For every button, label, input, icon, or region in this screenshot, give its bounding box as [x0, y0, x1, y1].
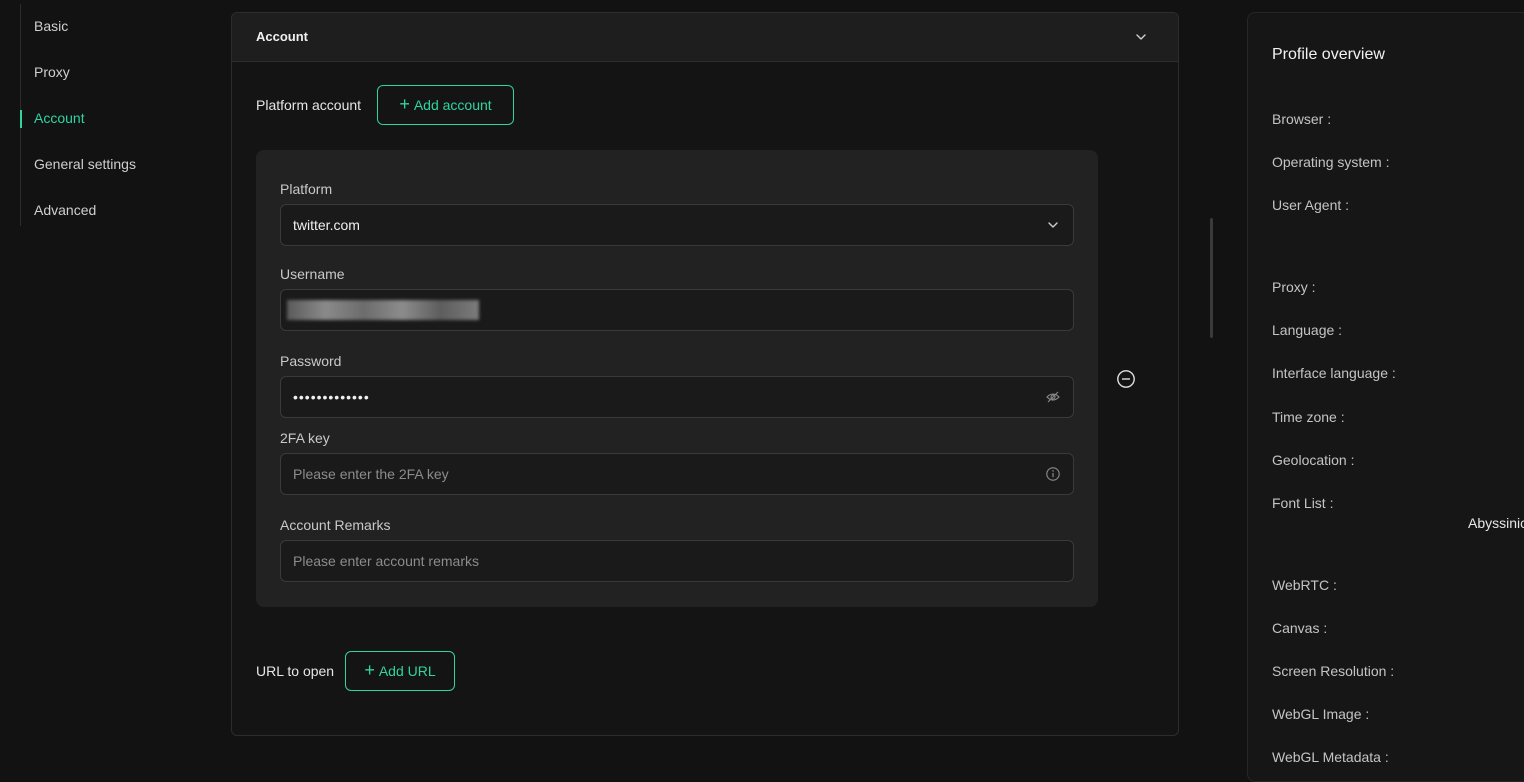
overview-webgl-image-label: WebGL Image : [1272, 706, 1370, 722]
nav-item-general-settings[interactable]: General settings [34, 154, 136, 174]
platform-select[interactable]: twitter.com [280, 204, 1074, 246]
remarks-placeholder: Please enter account remarks [293, 553, 479, 569]
password-value: ••••••••••••• [293, 389, 370, 405]
plus-icon: + [364, 660, 375, 680]
nav-item-proxy[interactable]: Proxy [34, 62, 70, 82]
nav-active-indicator [20, 110, 22, 128]
chevron-down-icon [1048, 222, 1058, 228]
chevron-down-icon[interactable] [1134, 30, 1148, 44]
overview-browser-label: Browser : [1272, 111, 1332, 127]
nav-item-account[interactable]: Account [34, 108, 85, 128]
eye-off-icon[interactable] [1045, 389, 1061, 405]
twofa-placeholder: Please enter the 2FA key [293, 466, 449, 482]
url-to-open-label: URL to open [256, 663, 335, 679]
twofa-input[interactable]: Please enter the 2FA key [280, 453, 1074, 495]
account-panel-header[interactable]: Account [232, 13, 1178, 62]
add-account-button[interactable]: + Add account [377, 85, 514, 125]
overview-time-zone-label: Time zone : [1272, 409, 1345, 425]
password-label: Password [280, 353, 342, 369]
profile-overview: Profile overview Browser : Operating sys… [1247, 12, 1524, 782]
overview-webrtc-label: WebRTC : [1272, 577, 1337, 593]
nav-item-basic[interactable]: Basic [34, 16, 68, 36]
add-url-label: Add URL [378, 663, 436, 679]
username-input[interactable] [280, 289, 1074, 331]
redacted-username [287, 300, 479, 320]
username-label: Username [280, 266, 345, 282]
overview-interface-language-label: Interface language : [1272, 365, 1396, 381]
overview-font-list-value: Abyssinic [1468, 515, 1524, 531]
account-panel-title: Account [256, 29, 308, 44]
add-url-button[interactable]: + Add URL [345, 651, 455, 691]
overview-os-label: Operating system : [1272, 154, 1390, 170]
scrollbar-thumb[interactable] [1210, 218, 1213, 338]
plus-icon: + [399, 94, 410, 114]
info-icon[interactable] [1045, 466, 1061, 482]
add-account-label: Add account [413, 97, 492, 113]
platform-value: twitter.com [293, 217, 360, 233]
overview-proxy-label: Proxy : [1272, 279, 1316, 295]
remarks-label: Account Remarks [280, 517, 391, 533]
nav-item-advanced[interactable]: Advanced [34, 200, 96, 220]
twofa-label: 2FA key [280, 430, 330, 446]
remarks-input[interactable]: Please enter account remarks [280, 540, 1074, 582]
settings-nav: Basic Proxy Account General settings Adv… [20, 4, 200, 226]
overview-geolocation-label: Geolocation : [1272, 452, 1355, 468]
overview-canvas-label: Canvas : [1272, 620, 1328, 636]
overview-screen-resolution-label: Screen Resolution : [1272, 663, 1395, 679]
overview-webgl-metadata-label: WebGL Metadata : [1272, 749, 1389, 765]
account-panel: Account Platform account + Add account P… [231, 12, 1179, 736]
profile-overview-title: Profile overview [1272, 46, 1385, 63]
remove-account-icon[interactable] [1116, 369, 1136, 389]
overview-font-list-label: Font List : [1272, 495, 1334, 511]
password-input[interactable]: ••••••••••••• [280, 376, 1074, 418]
overview-language-label: Language : [1272, 322, 1343, 338]
platform-label: Platform [280, 181, 333, 197]
account-card: Platform twitter.com Username Password •… [256, 150, 1098, 607]
overview-user-agent-label: User Agent : [1272, 197, 1350, 213]
platform-account-label: Platform account [256, 97, 362, 113]
